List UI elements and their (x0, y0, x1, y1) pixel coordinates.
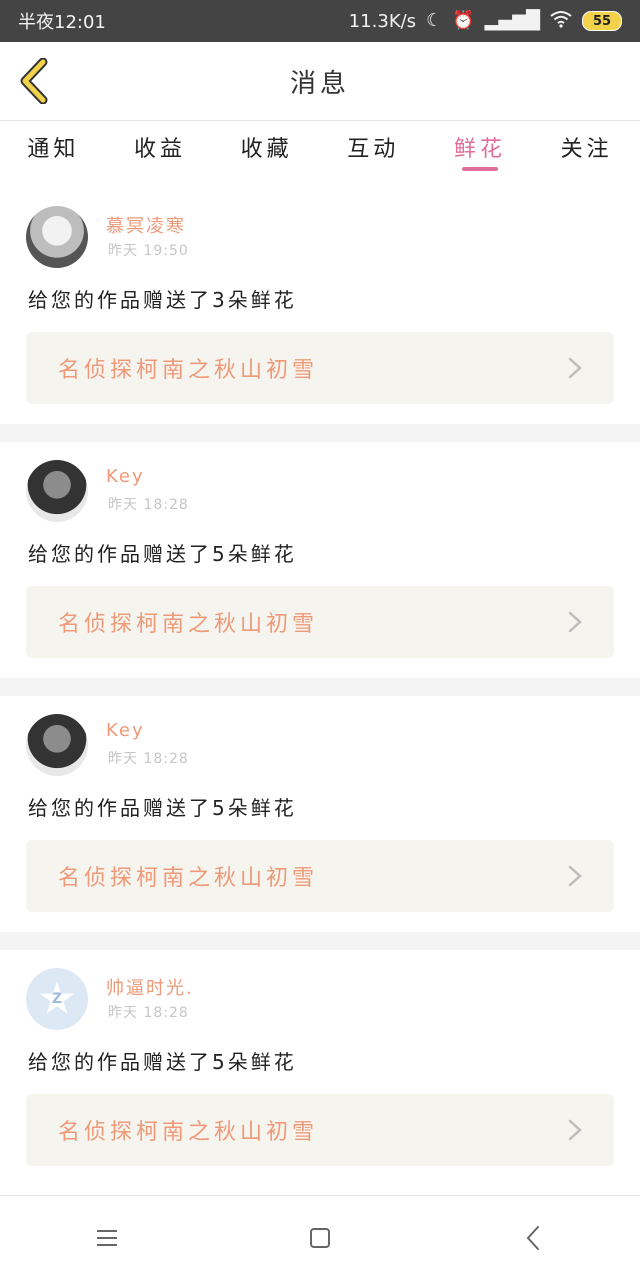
wifi-icon (550, 10, 572, 32)
tab-bar: 通知 收益 收藏 互动 鲜花 关注 (0, 121, 640, 173)
timestamp: 昨天 18:28 (108, 751, 189, 767)
work-title: 名侦探柯南之秋山初雪 (58, 1120, 319, 1145)
star-icon: Z (39, 981, 75, 1014)
message-text: 给您的作品赠送了5朵鲜花 (28, 1050, 297, 1074)
tab-flowers[interactable]: 鲜花 (430, 121, 530, 163)
list-item: Key 昨天 18:28 给您的作品赠送了5朵鲜花 名侦探柯南之秋山初雪 (0, 442, 640, 678)
chevron-right-icon (568, 865, 582, 887)
timestamp: 昨天 18:28 (108, 1005, 189, 1021)
moon-icon: ☾ (426, 10, 443, 31)
battery-icon: 55 (582, 11, 622, 31)
avatar[interactable] (26, 714, 88, 776)
tab-notifications[interactable]: 通知 (3, 121, 103, 163)
divider (0, 424, 640, 442)
work-link[interactable]: 名侦探柯南之秋山初雪 (26, 332, 614, 404)
work-title: 名侦探柯南之秋山初雪 (58, 866, 319, 891)
list-item: Z 帅逼时光. 昨天 18:28 给您的作品赠送了5朵鲜花 名侦探柯南之秋山初雪 (0, 950, 640, 1186)
back-nav-button[interactable] (503, 1208, 563, 1268)
home-button[interactable] (290, 1208, 350, 1268)
message-text: 给您的作品赠送了5朵鲜花 (28, 542, 297, 566)
status-icons: 11.3K/s ☾ ⏰ ▂▄▆█ 55 (349, 10, 622, 32)
back-icon (526, 1226, 540, 1250)
system-nav-bar (0, 1195, 640, 1280)
timestamp: 昨天 19:50 (108, 243, 189, 259)
message-text: 给您的作品赠送了3朵鲜花 (28, 288, 297, 312)
chevron-right-icon (568, 357, 582, 379)
chevron-left-icon (20, 58, 48, 104)
work-link[interactable]: 名侦探柯南之秋山初雪 (26, 586, 614, 658)
message-text: 给您的作品赠送了5朵鲜花 (28, 796, 297, 820)
tab-follows[interactable]: 关注 (537, 121, 637, 163)
tab-earnings[interactable]: 收益 (110, 121, 210, 163)
avatar[interactable]: Z (26, 968, 88, 1030)
tab-favorites[interactable]: 收藏 (217, 121, 317, 163)
chevron-right-icon (568, 611, 582, 633)
message-list: 慕冥凌寒 昨天 19:50 给您的作品赠送了3朵鲜花 名侦探柯南之秋山初雪 Ke… (0, 188, 640, 1186)
status-time: 半夜12:01 (18, 12, 106, 33)
header: 消息 (0, 42, 640, 121)
avatar[interactable] (26, 206, 88, 268)
list-item: 慕冥凌寒 昨天 19:50 给您的作品赠送了3朵鲜花 名侦探柯南之秋山初雪 (0, 188, 640, 424)
list-item: Key 昨天 18:28 给您的作品赠送了5朵鲜花 名侦探柯南之秋山初雪 (0, 696, 640, 932)
back-button[interactable] (14, 56, 54, 106)
menu-button[interactable] (77, 1208, 137, 1268)
divider (0, 932, 640, 950)
divider (0, 678, 640, 696)
username[interactable]: Key (106, 720, 145, 741)
work-link[interactable]: 名侦探柯南之秋山初雪 (26, 840, 614, 912)
menu-icon (96, 1230, 117, 1246)
work-title: 名侦探柯南之秋山初雪 (58, 358, 319, 383)
signal-icon: ▂▄▆█ (484, 10, 540, 31)
page-title: 消息 (289, 68, 350, 99)
square-icon (309, 1228, 330, 1248)
timestamp: 昨天 18:28 (108, 497, 189, 513)
avatar[interactable] (26, 460, 88, 522)
status-bar: 半夜12:01 11.3K/s ☾ ⏰ ▂▄▆█ 55 (0, 0, 640, 42)
username[interactable]: 慕冥凌寒 (106, 212, 186, 238)
work-link[interactable]: 名侦探柯南之秋山初雪 (26, 1094, 614, 1166)
alarm-icon: ⏰ (452, 10, 475, 31)
chevron-right-icon (568, 1119, 582, 1141)
username[interactable]: Key (106, 466, 145, 487)
tab-interactions[interactable]: 互动 (323, 121, 423, 163)
network-speed: 11.3K/s (348, 10, 417, 32)
username[interactable]: 帅逼时光. (106, 974, 194, 1000)
work-title: 名侦探柯南之秋山初雪 (58, 612, 319, 637)
